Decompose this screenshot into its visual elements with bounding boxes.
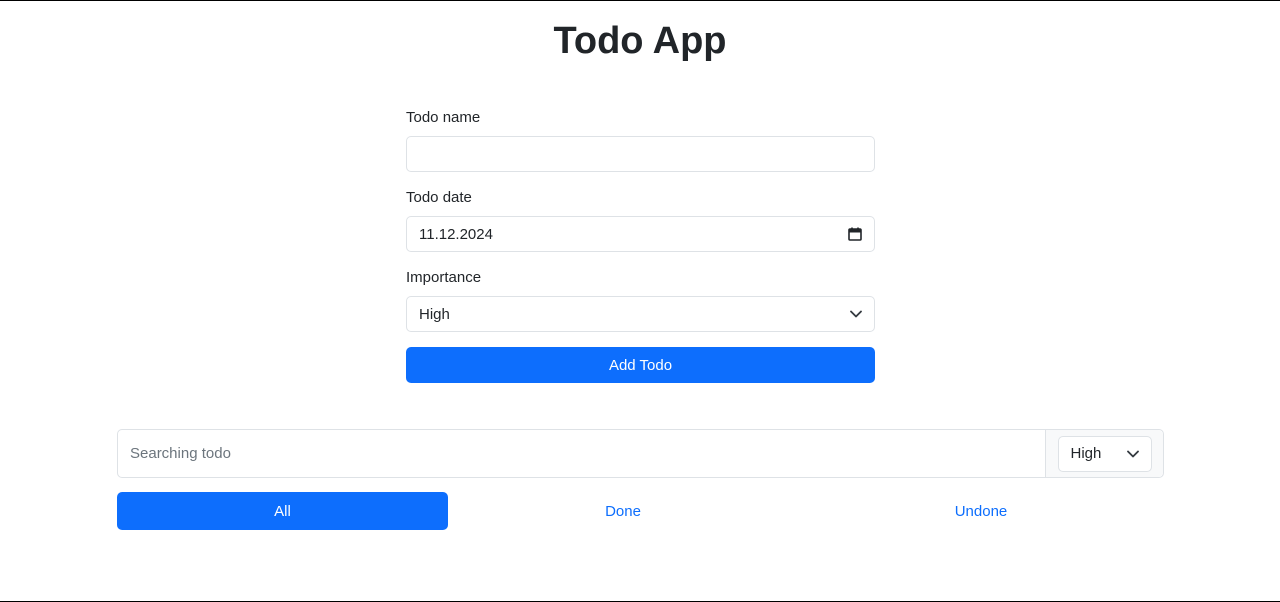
page-title: Todo App (553, 20, 727, 62)
importance-label: Importance (406, 269, 482, 286)
todo-name-input[interactable] (406, 136, 875, 172)
search-input[interactable] (118, 430, 1045, 477)
tab-all[interactable]: All (117, 492, 448, 530)
filter-addon: High (1045, 430, 1163, 477)
add-todo-button[interactable]: Add Todo (406, 347, 875, 383)
todo-name-label: Todo name (406, 109, 481, 126)
app-window: Todo App Todo name Todo date 11.12.2024 … (0, 0, 1280, 602)
chevron-down-icon (850, 310, 862, 318)
todo-form: Todo name Todo date 11.12.2024 Importanc… (406, 107, 875, 383)
importance-filter-value: High (1070, 445, 1102, 462)
todo-date-input[interactable]: 11.12.2024 (406, 216, 875, 252)
todo-date-label: Todo date (406, 189, 472, 206)
search-bar: High (117, 429, 1164, 478)
tab-done[interactable]: Done (448, 492, 798, 530)
importance-filter-select[interactable]: High (1057, 435, 1152, 472)
calendar-icon[interactable] (848, 227, 862, 241)
chevron-down-icon (1126, 450, 1139, 458)
importance-select[interactable]: High (406, 296, 875, 332)
importance-value: High (419, 305, 450, 323)
status-filter-tabs: All Done Undone (117, 492, 1164, 530)
todo-date-value: 11.12.2024 (419, 225, 493, 243)
tab-undone[interactable]: Undone (798, 492, 1164, 530)
